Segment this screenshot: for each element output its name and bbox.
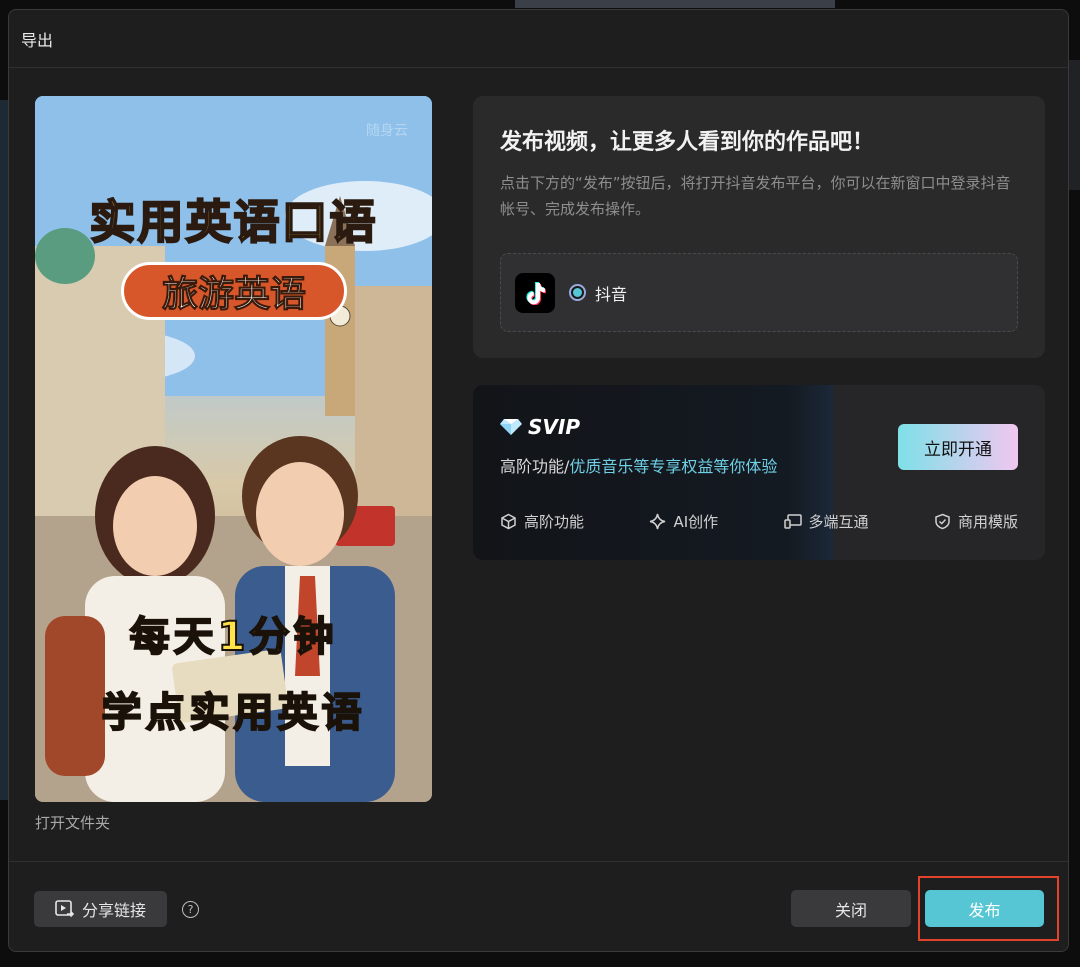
publish-heading: 发布视频，让更多人看到你的作品吧！ xyxy=(500,130,875,155)
platform-option-douyin[interactable]: 抖音 xyxy=(500,253,1018,332)
diamond-icon xyxy=(500,419,522,435)
shield-check-icon xyxy=(935,513,950,530)
background-window-strip xyxy=(515,0,835,8)
video-cover-preview: 随身云 实用英语口语 旅游英语 每天1分钟 学点实用英语 xyxy=(35,96,432,802)
publish-card: 发布视频，让更多人看到你的作品吧！ 点击下方的“发布”按钮后，将打开抖音发布平台… xyxy=(473,96,1045,358)
feature-label: 多端互通 xyxy=(808,513,869,531)
cover-title: 实用英语口语 xyxy=(89,194,378,250)
share-video-icon xyxy=(55,900,75,918)
cover-caption-line2: 学点实用英语 xyxy=(101,689,366,737)
cover-watermark-logo: 随身云 xyxy=(366,123,408,139)
svip-badge: SVIP xyxy=(500,415,580,439)
feature-label: 高阶功能 xyxy=(524,513,585,531)
close-button[interactable]: 关闭 xyxy=(791,890,911,927)
platform-radio-selected[interactable] xyxy=(569,284,586,301)
dialog-header: 导出 xyxy=(9,10,1068,68)
background-window-strip xyxy=(0,100,8,800)
background-window-strip xyxy=(1068,60,1080,190)
publish-button[interactable]: 发布 xyxy=(925,890,1044,927)
feature-multidevice: 多端互通 xyxy=(783,511,869,532)
sparkle-icon xyxy=(650,513,666,530)
dialog-footer: 分享链接 ? 关闭 发布 xyxy=(9,861,1068,951)
svip-promo-card: SVIP 高阶功能/优质音乐等专享权益等你体验 立即开通 高阶功能 AI创作 多… xyxy=(473,385,1045,560)
feature-label: 商用模版 xyxy=(957,513,1018,531)
activate-svip-button[interactable]: 立即开通 xyxy=(898,424,1018,470)
cover-subtitle: 旅游英语 xyxy=(161,274,306,316)
svip-desc-prefix: 高阶功能/ xyxy=(500,457,570,476)
feature-label: AI创作 xyxy=(673,513,719,531)
cover-subtitle-pill: 旅游英语 xyxy=(121,262,347,320)
tiktok-icon xyxy=(515,272,555,313)
svip-feature-list: 高阶功能 AI创作 多端互通 商用模版 xyxy=(500,511,1018,532)
devices-icon xyxy=(783,514,802,529)
export-dialog: 导出 随身云 实用英语口语 旅游英语 每天1分钟 学点实用英语 打开文件夹 发布… xyxy=(8,9,1069,952)
share-link-label: 分享链接 xyxy=(81,903,146,920)
feature-commercial: 商用模版 xyxy=(934,511,1018,532)
dialog-title: 导出 xyxy=(21,30,54,50)
publish-description: 点击下方的“发布”按钮后，将打开抖音发布平台，你可以在新窗口中登录抖音帐号、完成… xyxy=(500,174,1011,218)
svip-description: 高阶功能/优质音乐等专享权益等你体验 xyxy=(500,453,777,477)
svip-label: SVIP xyxy=(528,415,580,439)
help-icon[interactable]: ? xyxy=(182,901,199,918)
feature-advanced: 高阶功能 xyxy=(500,511,584,532)
svip-desc-highlight: 优质音乐等专享权益等你体验 xyxy=(569,457,778,476)
feature-ai: AI创作 xyxy=(649,511,718,532)
share-link-button[interactable]: 分享链接 xyxy=(34,891,167,927)
platform-label: 抖音 xyxy=(595,284,628,304)
cover-caption-line1: 每天1分钟 xyxy=(129,613,338,661)
open-folder-link[interactable]: 打开文件夹 xyxy=(35,812,110,833)
cube-icon xyxy=(501,513,516,530)
